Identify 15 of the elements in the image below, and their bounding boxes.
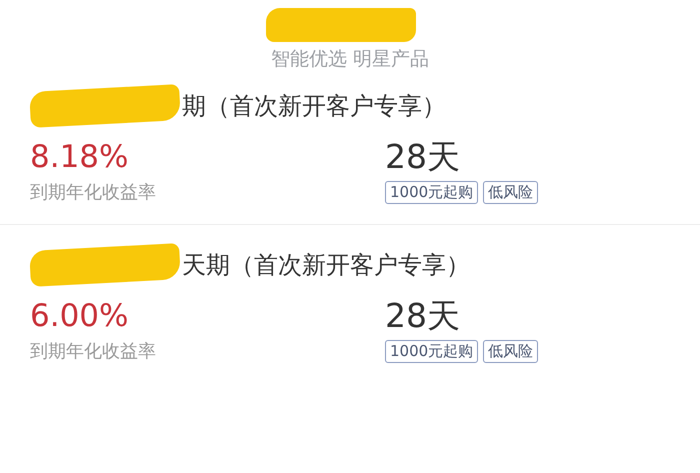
product-tag: 低风险 (483, 340, 538, 363)
yield-rate: 8.18% (30, 140, 130, 174)
product-tag: 低风险 (483, 180, 538, 204)
product-card[interactable]: 天期（首次新开客户专享） 6.00% 到期年化收益率 28天 1000元起购 低风险 (0, 225, 700, 384)
yield-label: 到期年化收益率 (30, 181, 157, 204)
section-subtitle: 智能优选 明星产品 (270, 47, 430, 72)
product-tag: 1000元起购 (385, 180, 478, 204)
term-value: 28天 (385, 299, 461, 334)
term-value: 28天 (385, 140, 461, 175)
product-title: 期（首次新开客户专享） (182, 91, 446, 122)
product-card[interactable]: 期（首次新开客户专享） 8.18% 到期年化收益率 28天 1000元起购 低风险 (0, 72, 700, 226)
product-tag: 1000元起购 (385, 340, 478, 363)
yield-label: 到期年化收益率 (30, 340, 157, 364)
yield-rate: 6.00% (30, 299, 130, 334)
product-title: 天期（首次新开客户专享） (182, 250, 470, 282)
